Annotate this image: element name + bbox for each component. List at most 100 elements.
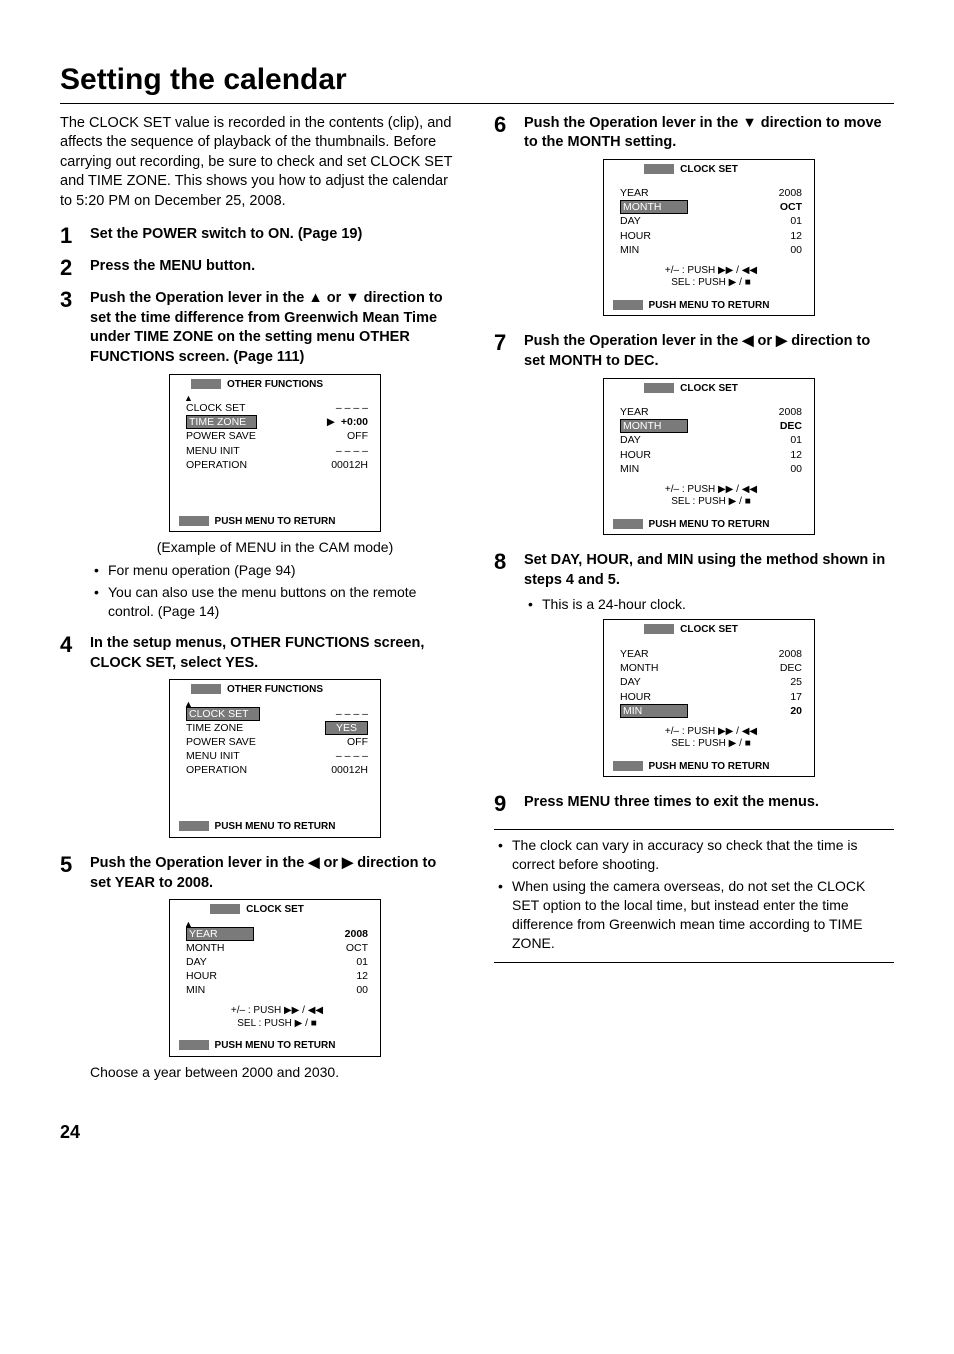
menu-item: DAY: [620, 675, 641, 689]
right-column: 6 Push the Operation lever in the ▼ dire…: [494, 114, 894, 1092]
menu-item: YEAR: [620, 405, 649, 419]
step-number: 3: [60, 289, 90, 624]
menu-item: POWER SAVE: [186, 735, 256, 749]
step-text: Set DAY, HOUR, and MIN using the method …: [524, 551, 894, 590]
menu-item: HOUR: [620, 448, 651, 462]
control-hint: SEL : PUSH ▶ / ■: [620, 277, 802, 290]
page-number: 24: [60, 1120, 894, 1144]
panel-footer: PUSH MENU TO RETURN: [649, 760, 770, 774]
panel-title: CLOCK SET: [680, 163, 738, 177]
bullet: For menu operation (Page 94): [108, 561, 460, 580]
bullet: This is a 24-hour clock.: [542, 595, 894, 614]
control-hint: SEL : PUSH ▶ / ■: [620, 738, 802, 751]
control-hint: SEL : PUSH ▶ / ■: [620, 496, 802, 509]
step-7: 7 Push the Operation lever in the ◀ or ▶…: [494, 332, 894, 541]
step-text: In the setup menus, OTHER FUNCTIONS scre…: [90, 634, 460, 673]
panel-footer: PUSH MENU TO RETURN: [215, 1039, 336, 1053]
pointer-icon: ▶: [323, 415, 335, 429]
menu-item: MIN: [186, 983, 205, 997]
menu-value: 20: [790, 704, 802, 718]
menu-value: – – – –: [336, 707, 368, 721]
menu-value: 12: [790, 448, 802, 462]
menu-panel-clock-set: CLOCK SET YEAR2008 MONTHDEC DAY25 HOUR17…: [603, 619, 815, 777]
menu-value: 00: [356, 983, 368, 997]
menu-value: 2008: [779, 405, 802, 419]
panel-footer: PUSH MENU TO RETURN: [215, 515, 336, 529]
menu-panel-clock-set: CLOCK SET YEAR2008 MONTHOCT DAY01 HOUR12…: [603, 159, 815, 317]
step-number: 7: [494, 332, 524, 541]
menu-value: – – – –: [336, 401, 368, 415]
menu-value: 2008: [779, 647, 802, 661]
menu-item: YEAR: [620, 647, 649, 661]
menu-value: 25: [790, 675, 802, 689]
step-9: 9 Press MENU three times to exit the men…: [494, 793, 894, 815]
menu-value: 00: [790, 462, 802, 476]
menu-item: MONTH: [620, 661, 659, 675]
menu-item: MENU INIT: [186, 749, 240, 763]
menu-value: OCT: [780, 200, 802, 214]
menu-value: 01: [790, 214, 802, 228]
menu-value: 00: [790, 243, 802, 257]
intro-text: The CLOCK SET value is recorded in the c…: [60, 114, 460, 212]
step-number: 1: [60, 225, 90, 247]
menu-value: 12: [356, 969, 368, 983]
menu-value: – – – –: [336, 444, 368, 458]
menu-item: YEAR: [620, 186, 649, 200]
step-number: 2: [60, 257, 90, 279]
panel-footer: PUSH MENU TO RETURN: [649, 518, 770, 532]
step-number: 9: [494, 793, 524, 815]
menu-value: +0:00: [341, 416, 368, 428]
menu-panel-other-functions-yes: OTHER FUNCTIONS ▲ CLOCK SET– – – – TIME …: [169, 679, 381, 838]
menu-panel-other-functions: OTHER FUNCTIONS ▲ CLOCK SET– – – – TIME …: [169, 374, 381, 533]
tip: The clock can vary in accuracy so check …: [512, 836, 894, 874]
panel-title: CLOCK SET: [246, 903, 304, 917]
left-column: The CLOCK SET value is recorded in the c…: [60, 114, 460, 1092]
menu-item: MENU INIT: [186, 444, 240, 458]
step-3: 3 Push the Operation lever in the ▲ or ▼…: [60, 289, 460, 624]
menu-item: CLOCK SET: [186, 401, 246, 415]
step-text: Push the Operation lever in the ◀ or ▶ d…: [90, 854, 460, 893]
panel-title: OTHER FUNCTIONS: [227, 378, 323, 392]
step-text: Press MENU three times to exit the menus…: [524, 793, 894, 813]
menu-value: OFF: [347, 735, 368, 749]
menu-value: 17: [790, 690, 802, 704]
menu-item: POWER SAVE: [186, 429, 256, 443]
control-hint: +/– : PUSH ▶▶ / ◀◀: [620, 484, 802, 497]
menu-item: MONTH: [186, 941, 225, 955]
menu-value: 01: [356, 955, 368, 969]
panel-title: CLOCK SET: [680, 623, 738, 637]
step-4: 4 In the setup menus, OTHER FUNCTIONS sc…: [60, 634, 460, 844]
menu-value: 2008: [345, 927, 368, 941]
menu-item-highlighted: TIME ZONE: [186, 415, 257, 429]
menu-item-highlighted: CLOCK SET: [186, 707, 260, 721]
menu-item: MIN: [620, 243, 639, 257]
panel-footer: PUSH MENU TO RETURN: [215, 820, 336, 834]
step-2: 2 Press the MENU button.: [60, 257, 460, 279]
tip: When using the camera overseas, do not s…: [512, 877, 894, 953]
step-6: 6 Push the Operation lever in the ▼ dire…: [494, 114, 894, 323]
step-8: 8 Set DAY, HOUR, and MIN using the metho…: [494, 551, 894, 783]
menu-item: DAY: [620, 214, 641, 228]
step-number: 5: [60, 854, 90, 1082]
panel-title: CLOCK SET: [680, 382, 738, 396]
menu-item-highlighted: MIN: [620, 704, 688, 718]
menu-panel-clock-set: CLOCK SET YEAR2008 MONTHDEC DAY01 HOUR12…: [603, 378, 815, 536]
step-number: 4: [60, 634, 90, 844]
control-hint: +/– : PUSH ▶▶ / ◀◀: [186, 1005, 368, 1018]
step-text: Set the POWER switch to ON. (Page 19): [90, 225, 460, 245]
step-text: Push the Operation lever in the ◀ or ▶ d…: [524, 332, 894, 371]
menu-value: 01: [790, 433, 802, 447]
control-hint: SEL : PUSH ▶ / ■: [186, 1018, 368, 1031]
menu-value: 12: [790, 229, 802, 243]
menu-item: HOUR: [620, 690, 651, 704]
step-text: Push the Operation lever in the ▲ or ▼ d…: [90, 289, 460, 367]
page-title: Setting the calendar: [60, 60, 894, 104]
menu-item: HOUR: [620, 229, 651, 243]
menu-item: TIME ZONE: [186, 721, 243, 735]
menu-value: 00012H: [331, 763, 368, 777]
step-number: 6: [494, 114, 524, 323]
menu-item-highlighted: MONTH: [620, 200, 688, 214]
control-hint: +/– : PUSH ▶▶ / ◀◀: [620, 265, 802, 278]
step-number: 8: [494, 551, 524, 783]
menu-item: OPERATION: [186, 458, 247, 472]
